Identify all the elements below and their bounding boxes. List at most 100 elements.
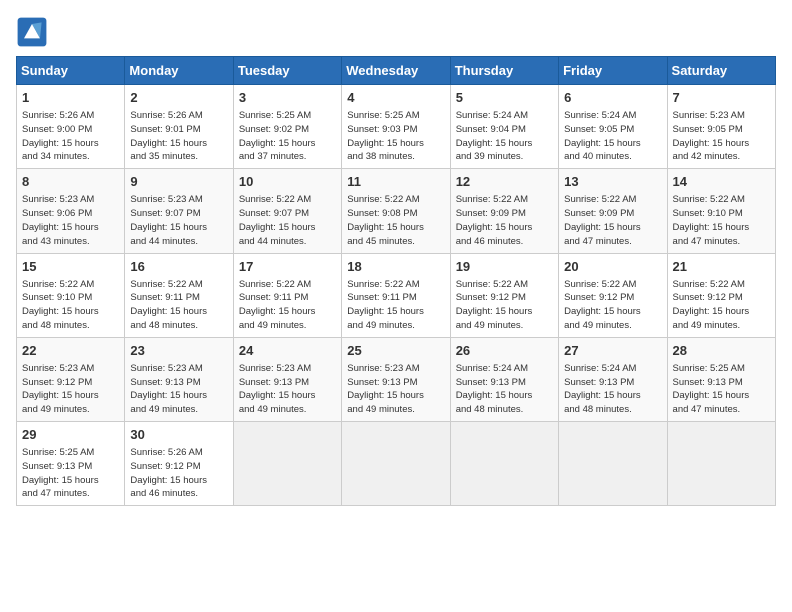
day-info: Sunrise: 5:22 AM Sunset: 9:12 PM Dayligh…: [564, 278, 661, 333]
day-number: 3: [239, 89, 336, 107]
calendar-cell: 17 Sunrise: 5:22 AM Sunset: 9:11 PM Dayli…: [233, 253, 341, 337]
header-cell-tuesday: Tuesday: [233, 57, 341, 85]
logo-icon: [16, 16, 48, 48]
day-info: Sunrise: 5:22 AM Sunset: 9:11 PM Dayligh…: [130, 278, 227, 333]
calendar-cell: 1 Sunrise: 5:26 AM Sunset: 9:00 PM Daylig…: [17, 85, 125, 169]
calendar-cell: 5 Sunrise: 5:24 AM Sunset: 9:04 PM Daylig…: [450, 85, 558, 169]
header-cell-sunday: Sunday: [17, 57, 125, 85]
calendar-cell: 18 Sunrise: 5:22 AM Sunset: 9:11 PM Dayli…: [342, 253, 450, 337]
calendar-cell: 3 Sunrise: 5:25 AM Sunset: 9:02 PM Daylig…: [233, 85, 341, 169]
calendar-cell: 28 Sunrise: 5:25 AM Sunset: 9:13 PM Dayli…: [667, 337, 775, 421]
day-number: 17: [239, 258, 336, 276]
calendar-cell: 24 Sunrise: 5:23 AM Sunset: 9:13 PM Dayli…: [233, 337, 341, 421]
calendar-cell: 16 Sunrise: 5:22 AM Sunset: 9:11 PM Dayli…: [125, 253, 233, 337]
calendar-cell: 30Sunrise: 5:26 AM Sunset: 9:12 PM Dayli…: [125, 422, 233, 506]
day-number: 28: [673, 342, 770, 360]
day-number: 2: [130, 89, 227, 107]
day-info: Sunrise: 5:25 AM Sunset: 9:13 PM Dayligh…: [673, 362, 770, 417]
calendar-week-row-1: 1 Sunrise: 5:26 AM Sunset: 9:00 PM Daylig…: [17, 85, 776, 169]
header-cell-monday: Monday: [125, 57, 233, 85]
calendar-cell: 7Sunrise: 5:23 AM Sunset: 9:05 PM Daylig…: [667, 85, 775, 169]
day-number: 5: [456, 89, 553, 107]
calendar-cell: 27Sunrise: 5:24 AM Sunset: 9:13 PM Dayli…: [559, 337, 667, 421]
calendar-cell: 19 Sunrise: 5:22 AM Sunset: 9:12 PM Dayli…: [450, 253, 558, 337]
day-number: 18: [347, 258, 444, 276]
calendar-cell: 13 Sunrise: 5:22 AM Sunset: 9:09 PM Dayli…: [559, 169, 667, 253]
calendar-cell: 8 Sunrise: 5:23 AM Sunset: 9:06 PM Daylig…: [17, 169, 125, 253]
calendar-cell: [559, 422, 667, 506]
calendar-week-row-4: 22 Sunrise: 5:23 AM Sunset: 9:12 PM Dayli…: [17, 337, 776, 421]
logo: [16, 16, 52, 48]
day-info: Sunrise: 5:26 AM Sunset: 9:12 PM Dayligh…: [130, 446, 227, 501]
calendar-header-row: SundayMondayTuesdayWednesdayThursdayFrid…: [17, 57, 776, 85]
day-number: 8: [22, 173, 119, 191]
day-info: Sunrise: 5:22 AM Sunset: 9:08 PM Dayligh…: [347, 193, 444, 248]
day-info: Sunrise: 5:23 AM Sunset: 9:13 PM Dayligh…: [347, 362, 444, 417]
day-info: Sunrise: 5:23 AM Sunset: 9:12 PM Dayligh…: [22, 362, 119, 417]
calendar-cell: 26 Sunrise: 5:24 AM Sunset: 9:13 PM Dayli…: [450, 337, 558, 421]
calendar-week-row-5: 29Sunrise: 5:25 AM Sunset: 9:13 PM Dayli…: [17, 422, 776, 506]
day-info: Sunrise: 5:24 AM Sunset: 9:04 PM Dayligh…: [456, 109, 553, 164]
day-number: 21: [673, 258, 770, 276]
day-number: 16: [130, 258, 227, 276]
calendar-cell: [667, 422, 775, 506]
calendar-cell: 10 Sunrise: 5:22 AM Sunset: 9:07 PM Dayli…: [233, 169, 341, 253]
day-info: Sunrise: 5:22 AM Sunset: 9:07 PM Dayligh…: [239, 193, 336, 248]
day-number: 11: [347, 173, 444, 191]
day-info: Sunrise: 5:23 AM Sunset: 9:13 PM Dayligh…: [130, 362, 227, 417]
calendar-cell: 25 Sunrise: 5:23 AM Sunset: 9:13 PM Dayli…: [342, 337, 450, 421]
day-number: 19: [456, 258, 553, 276]
page-header: [16, 16, 776, 48]
day-number: 25: [347, 342, 444, 360]
day-number: 4: [347, 89, 444, 107]
day-info: Sunrise: 5:24 AM Sunset: 9:13 PM Dayligh…: [456, 362, 553, 417]
header-cell-thursday: Thursday: [450, 57, 558, 85]
day-number: 6: [564, 89, 661, 107]
day-info: Sunrise: 5:26 AM Sunset: 9:00 PM Dayligh…: [22, 109, 119, 164]
calendar-cell: 29Sunrise: 5:25 AM Sunset: 9:13 PM Dayli…: [17, 422, 125, 506]
day-info: Sunrise: 5:22 AM Sunset: 9:11 PM Dayligh…: [347, 278, 444, 333]
day-info: Sunrise: 5:23 AM Sunset: 9:13 PM Dayligh…: [239, 362, 336, 417]
day-info: Sunrise: 5:22 AM Sunset: 9:12 PM Dayligh…: [456, 278, 553, 333]
day-number: 12: [456, 173, 553, 191]
day-number: 15: [22, 258, 119, 276]
day-info: Sunrise: 5:23 AM Sunset: 9:07 PM Dayligh…: [130, 193, 227, 248]
day-number: 24: [239, 342, 336, 360]
header-cell-wednesday: Wednesday: [342, 57, 450, 85]
day-info: Sunrise: 5:22 AM Sunset: 9:11 PM Dayligh…: [239, 278, 336, 333]
calendar-cell: [450, 422, 558, 506]
calendar-cell: 23 Sunrise: 5:23 AM Sunset: 9:13 PM Dayli…: [125, 337, 233, 421]
day-info: Sunrise: 5:25 AM Sunset: 9:13 PM Dayligh…: [22, 446, 119, 501]
calendar-cell: [233, 422, 341, 506]
header-cell-friday: Friday: [559, 57, 667, 85]
calendar-cell: 22 Sunrise: 5:23 AM Sunset: 9:12 PM Dayli…: [17, 337, 125, 421]
day-info: Sunrise: 5:22 AM Sunset: 9:09 PM Dayligh…: [564, 193, 661, 248]
calendar-cell: 20Sunrise: 5:22 AM Sunset: 9:12 PM Dayli…: [559, 253, 667, 337]
day-info: Sunrise: 5:25 AM Sunset: 9:02 PM Dayligh…: [239, 109, 336, 164]
day-number: 10: [239, 173, 336, 191]
day-number: 7: [673, 89, 770, 107]
day-number: 22: [22, 342, 119, 360]
day-number: 1: [22, 89, 119, 107]
day-number: 23: [130, 342, 227, 360]
day-number: 26: [456, 342, 553, 360]
calendar-table: SundayMondayTuesdayWednesdayThursdayFrid…: [16, 56, 776, 506]
calendar-week-row-2: 8 Sunrise: 5:23 AM Sunset: 9:06 PM Daylig…: [17, 169, 776, 253]
calendar-cell: 14 Sunrise: 5:22 AM Sunset: 9:10 PM Dayli…: [667, 169, 775, 253]
calendar-cell: 4 Sunrise: 5:25 AM Sunset: 9:03 PM Daylig…: [342, 85, 450, 169]
day-info: Sunrise: 5:22 AM Sunset: 9:10 PM Dayligh…: [673, 193, 770, 248]
day-info: Sunrise: 5:22 AM Sunset: 9:12 PM Dayligh…: [673, 278, 770, 333]
day-info: Sunrise: 5:25 AM Sunset: 9:03 PM Dayligh…: [347, 109, 444, 164]
day-number: 9: [130, 173, 227, 191]
day-info: Sunrise: 5:23 AM Sunset: 9:06 PM Dayligh…: [22, 193, 119, 248]
calendar-cell: 12 Sunrise: 5:22 AM Sunset: 9:09 PM Dayli…: [450, 169, 558, 253]
day-number: 13: [564, 173, 661, 191]
calendar-cell: 11 Sunrise: 5:22 AM Sunset: 9:08 PM Dayli…: [342, 169, 450, 253]
calendar-cell: 15 Sunrise: 5:22 AM Sunset: 9:10 PM Dayli…: [17, 253, 125, 337]
day-info: Sunrise: 5:26 AM Sunset: 9:01 PM Dayligh…: [130, 109, 227, 164]
day-number: 14: [673, 173, 770, 191]
day-info: Sunrise: 5:22 AM Sunset: 9:10 PM Dayligh…: [22, 278, 119, 333]
day-info: Sunrise: 5:24 AM Sunset: 9:13 PM Dayligh…: [564, 362, 661, 417]
day-info: Sunrise: 5:22 AM Sunset: 9:09 PM Dayligh…: [456, 193, 553, 248]
calendar-cell: 21 Sunrise: 5:22 AM Sunset: 9:12 PM Dayli…: [667, 253, 775, 337]
